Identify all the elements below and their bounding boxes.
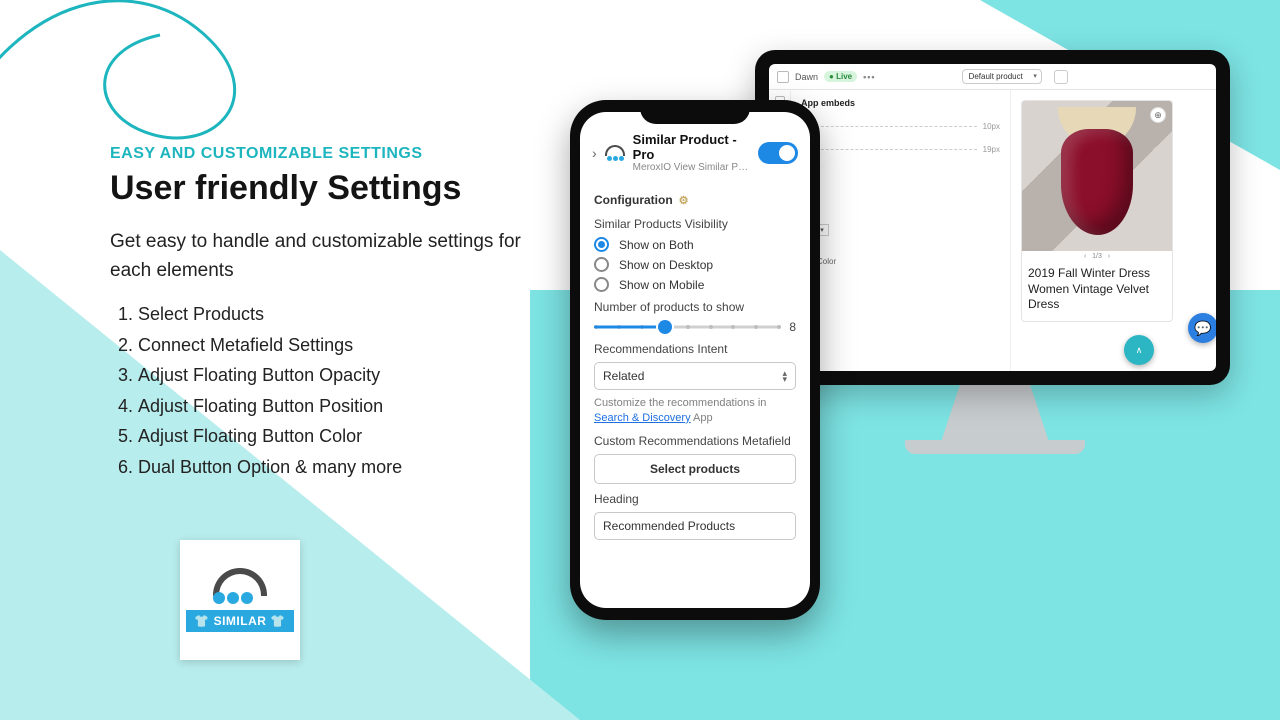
phone-mock: › Similar Product - Pro MeroxIO View Sim… <box>570 100 820 620</box>
dimension-label: 10px <box>983 122 1000 131</box>
search-discovery-link[interactable]: Search & Discovery <box>594 412 691 424</box>
theme-name: Dawn <box>795 72 818 82</box>
list-item: Adjust Floating Button Opacity <box>138 360 550 391</box>
app-logo-card: 👕 SIMILAR 👕 <box>180 540 300 660</box>
product-image: ⊕ <box>1022 101 1172 251</box>
radio-icon <box>594 277 609 292</box>
magnify-icon[interactable]: ⊕ <box>1150 107 1166 123</box>
visibility-label: Similar Products Visibility <box>594 217 796 231</box>
number-stepper[interactable]: ▴▾ <box>801 224 1000 236</box>
updown-icon: ▴▾ <box>782 370 787 382</box>
intent-select[interactable]: Related▴▾ <box>594 362 796 390</box>
section-title: Configuration⚙ <box>594 193 796 207</box>
chevron-right-icon[interactable]: › <box>592 145 597 161</box>
decorative-squiggle <box>0 0 290 160</box>
enable-toggle[interactable] <box>758 142 798 164</box>
desktop-monitor-mock: Dawn ● Live ••• Default product App embe… <box>755 50 1230 385</box>
logo-badge: 👕 SIMILAR 👕 <box>186 610 294 632</box>
editor-topbar: Dawn ● Live ••• Default product <box>769 64 1216 90</box>
dimension-label: 19px <box>983 145 1000 154</box>
gear-icon: ⚙ <box>679 194 689 207</box>
heading-label: Heading <box>594 492 796 506</box>
monitor-base <box>905 440 1085 454</box>
viewport-icon[interactable] <box>1054 70 1068 84</box>
list-item: Connect Metafield Settings <box>138 330 550 361</box>
template-select[interactable]: Default product <box>962 69 1042 84</box>
product-title: 2019 Fall Winter Dress Women Vintage Vel… <box>1022 262 1172 321</box>
app-icon <box>605 143 625 163</box>
editor-panel: App embeds 10px 19px ▴▾ Color <box>791 90 1011 371</box>
app-embed-header: › Similar Product - Pro MeroxIO View Sim… <box>580 112 810 181</box>
radio-show-mobile[interactable]: Show on Mobile <box>594 277 796 292</box>
live-badge: ● Live <box>824 71 857 82</box>
count-slider[interactable] <box>594 320 781 334</box>
radio-icon <box>594 257 609 272</box>
chat-bubble-icon[interactable]: 💬 <box>1188 313 1216 343</box>
feature-list: Select Products Connect Metafield Settin… <box>110 299 550 483</box>
list-item: Dual Button Option & many more <box>138 452 550 483</box>
subheadline: Get easy to handle and customizable sett… <box>110 228 550 285</box>
list-item: Adjust Floating Button Color <box>138 421 550 452</box>
heading-input[interactable]: Recommended Products <box>594 512 796 540</box>
count-value: 8 <box>789 320 796 334</box>
shirt-icon: 👕 <box>194 614 209 628</box>
metafield-label: Custom Recommendations Metafield <box>594 434 796 448</box>
shirt-icon: 👕 <box>270 614 285 628</box>
phone-screen: › Similar Product - Pro MeroxIO View Sim… <box>580 112 810 608</box>
monitor-screen: Dawn ● Live ••• Default product App embe… <box>769 64 1216 371</box>
app-subtitle: MeroxIO View Similar Prod... <box>633 162 750 173</box>
product-card[interactable]: ⊕ ‹ 1/3 › 2019 Fall Winter Dress Women V… <box>1021 100 1173 322</box>
logo-mark <box>213 568 267 604</box>
marketing-copy: EASY AND CUSTOMIZABLE SETTINGS User frie… <box>110 145 550 483</box>
intent-label: Recommendations Intent <box>594 342 796 356</box>
image-pager[interactable]: ‹ 1/3 › <box>1022 251 1172 262</box>
intent-hint: Customize the recommendations in Search … <box>594 396 796 426</box>
exit-icon[interactable] <box>777 71 789 83</box>
headline: User friendly Settings <box>110 169 550 208</box>
count-label: Number of products to show <box>594 300 796 314</box>
more-icon[interactable]: ••• <box>863 72 875 82</box>
list-item: Select Products <box>138 299 550 330</box>
list-item: Adjust Floating Button Position <box>138 391 550 422</box>
app-title: Similar Product - Pro <box>633 132 750 162</box>
panel-title: App embeds <box>801 98 1000 108</box>
select-products-button[interactable]: Select products <box>594 454 796 484</box>
kicker: EASY AND CUSTOMIZABLE SETTINGS <box>110 145 550 163</box>
theme-preview: ⊕ ‹ 1/3 › 2019 Fall Winter Dress Women V… <box>1011 90 1216 371</box>
radio-icon <box>594 237 609 252</box>
scroll-up-icon[interactable]: ∧ <box>1124 335 1154 365</box>
radio-show-both[interactable]: Show on Both <box>594 237 796 252</box>
radio-show-desktop[interactable]: Show on Desktop <box>594 257 796 272</box>
